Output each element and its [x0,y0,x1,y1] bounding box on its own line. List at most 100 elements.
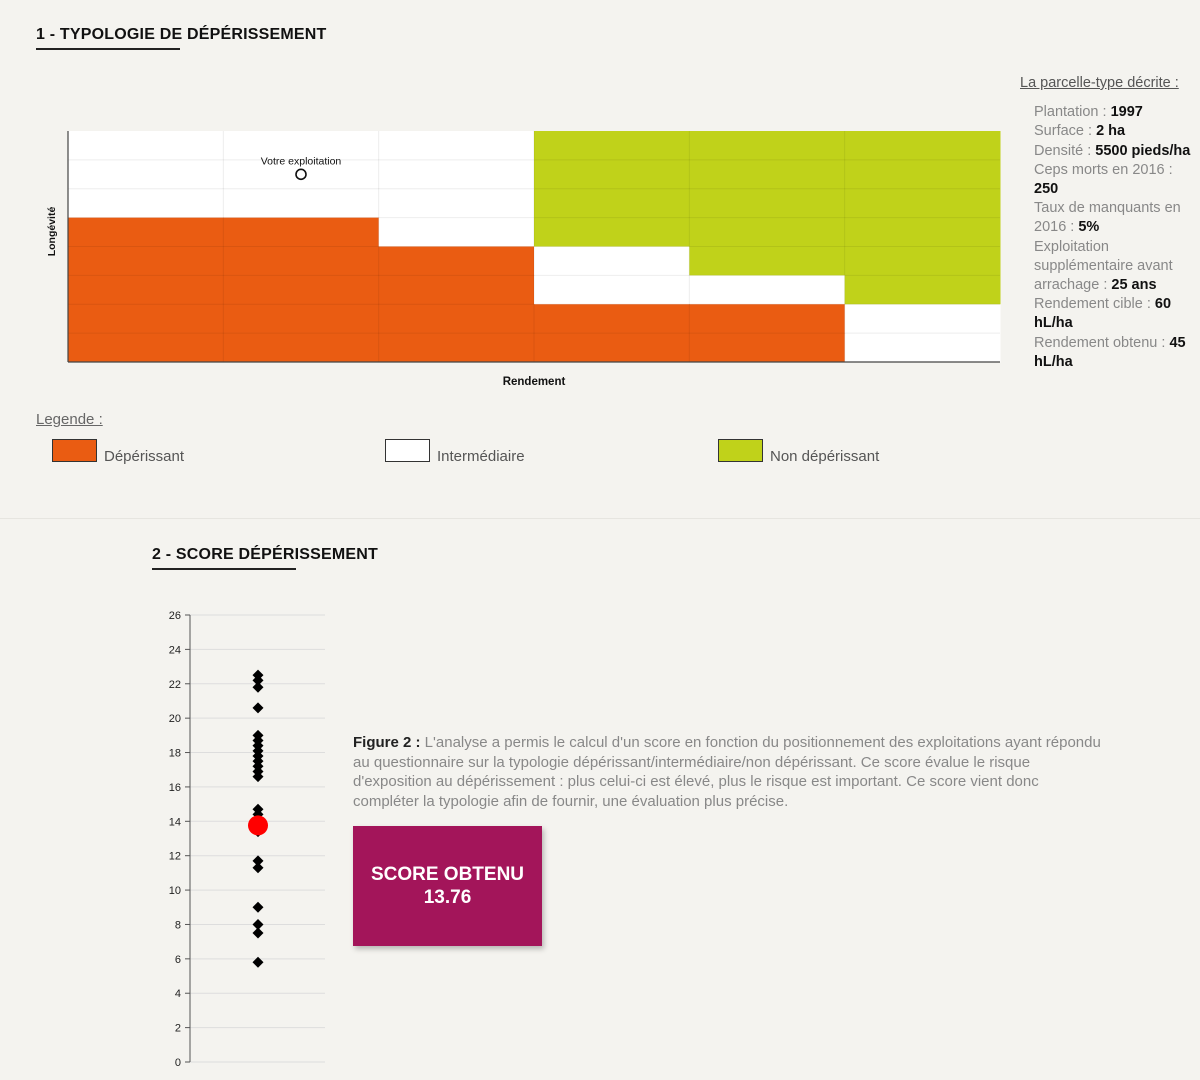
typology-cell [689,159,846,190]
legend-label-non-deperissant: Non dépérissant [770,448,880,465]
typology-cell [689,217,846,247]
score-chart: 02468101214161820222426 [169,610,325,1069]
figure-caption-line-1: Figure 2 : L'analyse a permis le calcul … [353,734,1101,751]
typology-cell [223,275,380,305]
param-taux-manquants: Taux de manquants en 2016 : 5% [1034,200,1181,236]
typology-cell [378,275,535,305]
typology-cell [68,333,224,363]
typology-cell [68,246,224,276]
legend-label-intermediaire: Intermédiaire [437,448,525,465]
typology-cell [844,304,1001,334]
param-ceps-morts: Ceps morts en 2016 : 250 [1034,161,1173,198]
figure-caption-line-2: au questionnaire sur la typologie dépéri… [353,753,1031,771]
typology-cell [378,246,535,276]
typology-cell [378,159,535,190]
score-tick-label: 14 [169,816,181,828]
typology-cell [68,275,224,305]
legend-label-deperissant: Dépérissant [104,448,185,465]
score-highlight-point [248,815,268,836]
param-plantation: Plantation : 1997 [1034,104,1143,121]
param-rendement-obtenu: Rendement obtenu : 45 hL/ha [1034,334,1186,370]
typology-cell [68,159,224,190]
typology-cell [378,304,535,334]
typology-cell [223,333,380,363]
score-tick-label: 22 [169,679,181,691]
legend-title: Legende : [36,411,103,428]
score-value: 13.76 [423,887,472,908]
param-densite: Densité : 5500 pieds/ha [1034,142,1191,159]
legend-swatch-non-deperissant [718,439,763,462]
section2-title-underline [152,568,296,570]
typology-cell [378,333,535,363]
score-point [252,702,264,714]
section1-title-underline [36,48,180,50]
legend-swatch-deperissant [52,439,97,462]
typology-cell [844,131,1001,161]
typology-cell [68,188,224,219]
typology-cell [689,246,846,276]
section2-title: 2 - SCORE DÉPÉRISSEMENT [152,546,378,563]
typology-x-label: Rendement [503,376,566,388]
exploitation-marker [295,168,307,181]
score-tick-label: 6 [175,954,181,966]
score-tick-label: 8 [175,919,181,931]
score-tick-label: 20 [169,713,181,725]
typology-cell [689,131,846,161]
param-exploitation: Exploitation supplémentaire avant arrach… [1034,238,1173,294]
typology-cell [844,246,1001,276]
param-surface: Surface : 2 ha [1034,123,1126,140]
typology-cell [223,304,380,334]
exploitation-label: Votre exploitation [261,155,342,167]
score-tick-label: 26 [169,610,181,622]
score-tick-label: 4 [175,988,181,1000]
typology-cell [534,188,690,219]
score-tick-label: 2 [175,1023,181,1035]
score-tick-label: 10 [169,885,181,897]
legend-swatch-intermediaire [385,439,430,462]
typology-cell [378,217,535,247]
typology-cell [223,217,380,247]
typology-cell [844,159,1001,190]
score-tick-label: 18 [169,748,181,760]
parcel-params: Plantation : 1997 Surface : 2 ha Densité… [1020,103,1198,372]
section1-title: 1 - TYPOLOGIE DE DÉPÉRISSEMENT [36,26,327,43]
typology-cell [68,131,224,161]
parcel-description-title: La parcelle-type décrite : [1020,75,1179,91]
typology-cell [534,131,690,161]
figure-caption-line-4: compléter la typologie afin de fournir, … [353,792,789,810]
typology-cell [844,188,1001,219]
typology-cell [689,188,846,219]
score-tick-label: 24 [169,644,181,656]
score-point [252,927,264,939]
param-rendement-cible: Rendement cible : 60 hL/ha [1034,296,1172,332]
figure-caption-line-3: d'exposition au dépérissement : plus cel… [353,773,1039,790]
typology-cell [534,333,690,363]
figure-caption: Figure 2 : L'analyse a permis le calcul … [353,733,1200,811]
typology-cell [223,246,380,276]
score-box: SCORE OBTENU 13.76 [353,826,542,946]
score-point [252,901,264,913]
typology-section: 1 - TYPOLOGIE DE DÉPÉRISSEMENT Rendement… [0,0,1200,518]
score-point [252,862,264,874]
score-tick-label: 16 [169,782,181,794]
typology-cell [68,217,224,247]
typology-cell [534,246,690,276]
typology-y-label: Longévité [46,207,58,257]
typology-cell [844,333,1001,363]
parcel-description: La parcelle-type décrite : Plantation : … [1020,74,1198,372]
score-tick-label: 12 [169,851,181,863]
typology-cell [844,275,1001,305]
figure-caption-label: Figure 2 : [353,734,421,751]
score-tick-label: 0 [175,1057,181,1069]
typology-cell [534,159,690,190]
typology-cell [378,131,535,161]
typology-cell [534,217,690,247]
typology-cell [68,304,224,334]
typology-cell [844,217,1001,247]
typology-cell [689,304,846,334]
typology-cell [378,188,535,219]
typology-chart: Rendement Longévité Votre exploitation [46,131,1001,388]
score-label: SCORE OBTENU [370,864,525,885]
typology-cell [689,333,846,363]
typology-cell [689,275,846,305]
